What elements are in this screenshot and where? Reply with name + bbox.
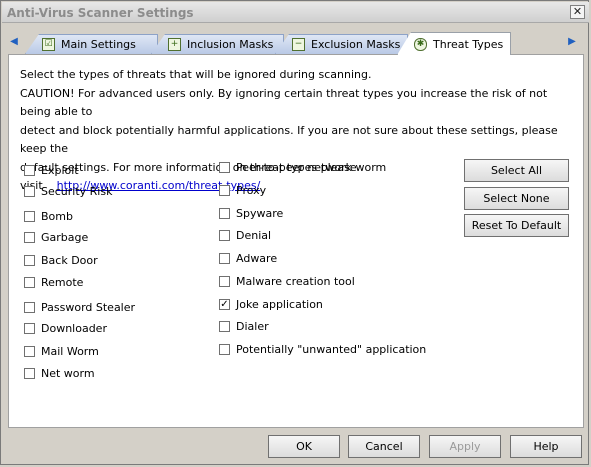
checkbox-label: Garbage (41, 230, 89, 244)
tab-scroll-left-icon[interactable]: ◀ (8, 34, 20, 50)
checkbox-label: Adware (236, 251, 278, 265)
checkbox-label: Spyware (236, 206, 284, 220)
checkbox-label: Security Risk (41, 184, 113, 198)
checkbox-box[interactable] (24, 185, 35, 197)
inclusion-masks-icon: + (168, 38, 181, 51)
checkbox-label: Potentially "unwanted" application (236, 342, 427, 356)
tab-label: Inclusion Masks (187, 38, 274, 51)
tab-main-settings[interactable]: ☑ Main Settings (25, 34, 158, 54)
description-line: detect and block potentially harmful app… (20, 123, 558, 156)
checkbox-mail-worm[interactable]: Mail Worm (24, 344, 99, 358)
checkbox-box[interactable] (24, 210, 35, 222)
checkbox-label: Exploit (41, 163, 79, 177)
checkbox-label: Proxy (236, 183, 267, 197)
apply-button[interactable]: Apply (429, 435, 501, 458)
help-button[interactable]: Help (510, 435, 582, 458)
checkbox-box[interactable] (219, 275, 230, 287)
checkbox-box-checked[interactable]: ✓ (219, 298, 230, 310)
select-none-button[interactable]: Select None (464, 187, 569, 210)
checkbox-label: Back Door (41, 253, 98, 267)
threat-types-panel: Select the types of threats that will be… (8, 54, 584, 428)
description-line: CAUTION! For advanced users only. By ign… (20, 86, 548, 119)
tab-strip: ◀ ☑ Main Settings + Inclusion Masks − Ex… (5, 32, 586, 55)
checkbox-label: Remote (41, 275, 84, 289)
checkbox-box[interactable] (219, 184, 230, 196)
checkbox-box[interactable] (219, 252, 230, 264)
main-settings-icon: ☑ (42, 38, 55, 51)
checkbox-label: Denial (236, 228, 272, 242)
checkbox-label: Peer-to-peer network worm (236, 160, 387, 174)
checkbox-box[interactable] (24, 367, 35, 379)
checkbox-security-risk[interactable]: Security Risk (24, 184, 112, 198)
ok-button[interactable]: OK (268, 435, 340, 458)
checkbox-proxy[interactable]: Proxy (219, 183, 266, 197)
checkbox-label: Malware creation tool (236, 274, 355, 288)
checkbox-box[interactable] (24, 322, 35, 334)
checkbox-denial[interactable]: Denial (219, 228, 271, 242)
checkbox-label: Mail Worm (41, 344, 99, 358)
checkbox-back-door[interactable]: Back Door (24, 253, 98, 267)
checkbox-joke-application[interactable]: ✓ Joke application (219, 297, 323, 311)
checkbox-label: Password Stealer (41, 300, 136, 314)
checkbox-label: Joke application (236, 297, 323, 311)
checkbox-box[interactable] (24, 254, 35, 266)
checkbox-password-stealer[interactable]: Password Stealer (24, 300, 135, 314)
tab-threat-types[interactable]: ✱ Threat Types (397, 32, 511, 55)
checkbox-malware-creation-tool[interactable]: Malware creation tool (219, 274, 355, 288)
checkbox-dialer[interactable]: Dialer (219, 319, 269, 333)
checkbox-downloader[interactable]: Downloader (24, 321, 107, 335)
select-all-button[interactable]: Select All (464, 159, 569, 182)
checkbox-adware[interactable]: Adware (219, 251, 277, 265)
checkbox-net-worm[interactable]: Net worm (24, 366, 95, 380)
checkbox-peer-to-peer-worm[interactable]: Peer-to-peer network worm (219, 160, 386, 174)
reset-to-default-button[interactable]: Reset To Default (464, 214, 569, 237)
checkbox-box[interactable] (219, 320, 230, 332)
exclusion-masks-icon: − (292, 38, 305, 51)
checkbox-box[interactable] (219, 343, 230, 355)
checkbox-garbage[interactable]: Garbage (24, 230, 88, 244)
checkbox-box[interactable] (24, 276, 35, 288)
settings-window: Anti-Virus Scanner Settings ✕ ◀ ☑ Main S… (0, 0, 589, 465)
description-line: Select the types of threats that will be… (20, 68, 372, 81)
checkbox-label: Net worm (41, 366, 95, 380)
checkbox-spyware[interactable]: Spyware (219, 206, 283, 220)
checkbox-box[interactable] (24, 301, 35, 313)
tab-label: Main Settings (61, 38, 136, 51)
checkbox-box[interactable] (24, 231, 35, 243)
title-bar[interactable]: Anti-Virus Scanner Settings ✕ (2, 2, 589, 23)
checkbox-box[interactable] (24, 345, 35, 357)
checkbox-label: Bomb (41, 209, 73, 223)
checkbox-remote[interactable]: Remote (24, 275, 83, 289)
cancel-button[interactable]: Cancel (348, 435, 420, 458)
threat-types-icon: ✱ (414, 37, 427, 51)
checkbox-box[interactable] (219, 161, 230, 173)
checkbox-box[interactable] (219, 229, 230, 241)
tab-inclusion-masks[interactable]: + Inclusion Masks (151, 34, 284, 54)
checkbox-potentially-unwanted[interactable]: Potentially "unwanted" application (219, 342, 426, 356)
checkbox-bomb[interactable]: Bomb (24, 209, 73, 223)
checkbox-label: Downloader (41, 321, 107, 335)
tab-exclusion-masks[interactable]: − Exclusion Masks (275, 34, 408, 54)
checkbox-box[interactable] (24, 164, 35, 176)
checkbox-label: Dialer (236, 319, 269, 333)
tab-label: Threat Types (433, 37, 504, 51)
tab-scroll-right-icon[interactable]: ▶ (566, 34, 578, 50)
checkbox-exploit[interactable]: Exploit (24, 163, 79, 177)
close-button[interactable]: ✕ (570, 5, 585, 19)
checkbox-box[interactable] (219, 207, 230, 219)
tab-label: Exclusion Masks (311, 38, 401, 51)
window-title: Anti-Virus Scanner Settings (7, 6, 194, 20)
